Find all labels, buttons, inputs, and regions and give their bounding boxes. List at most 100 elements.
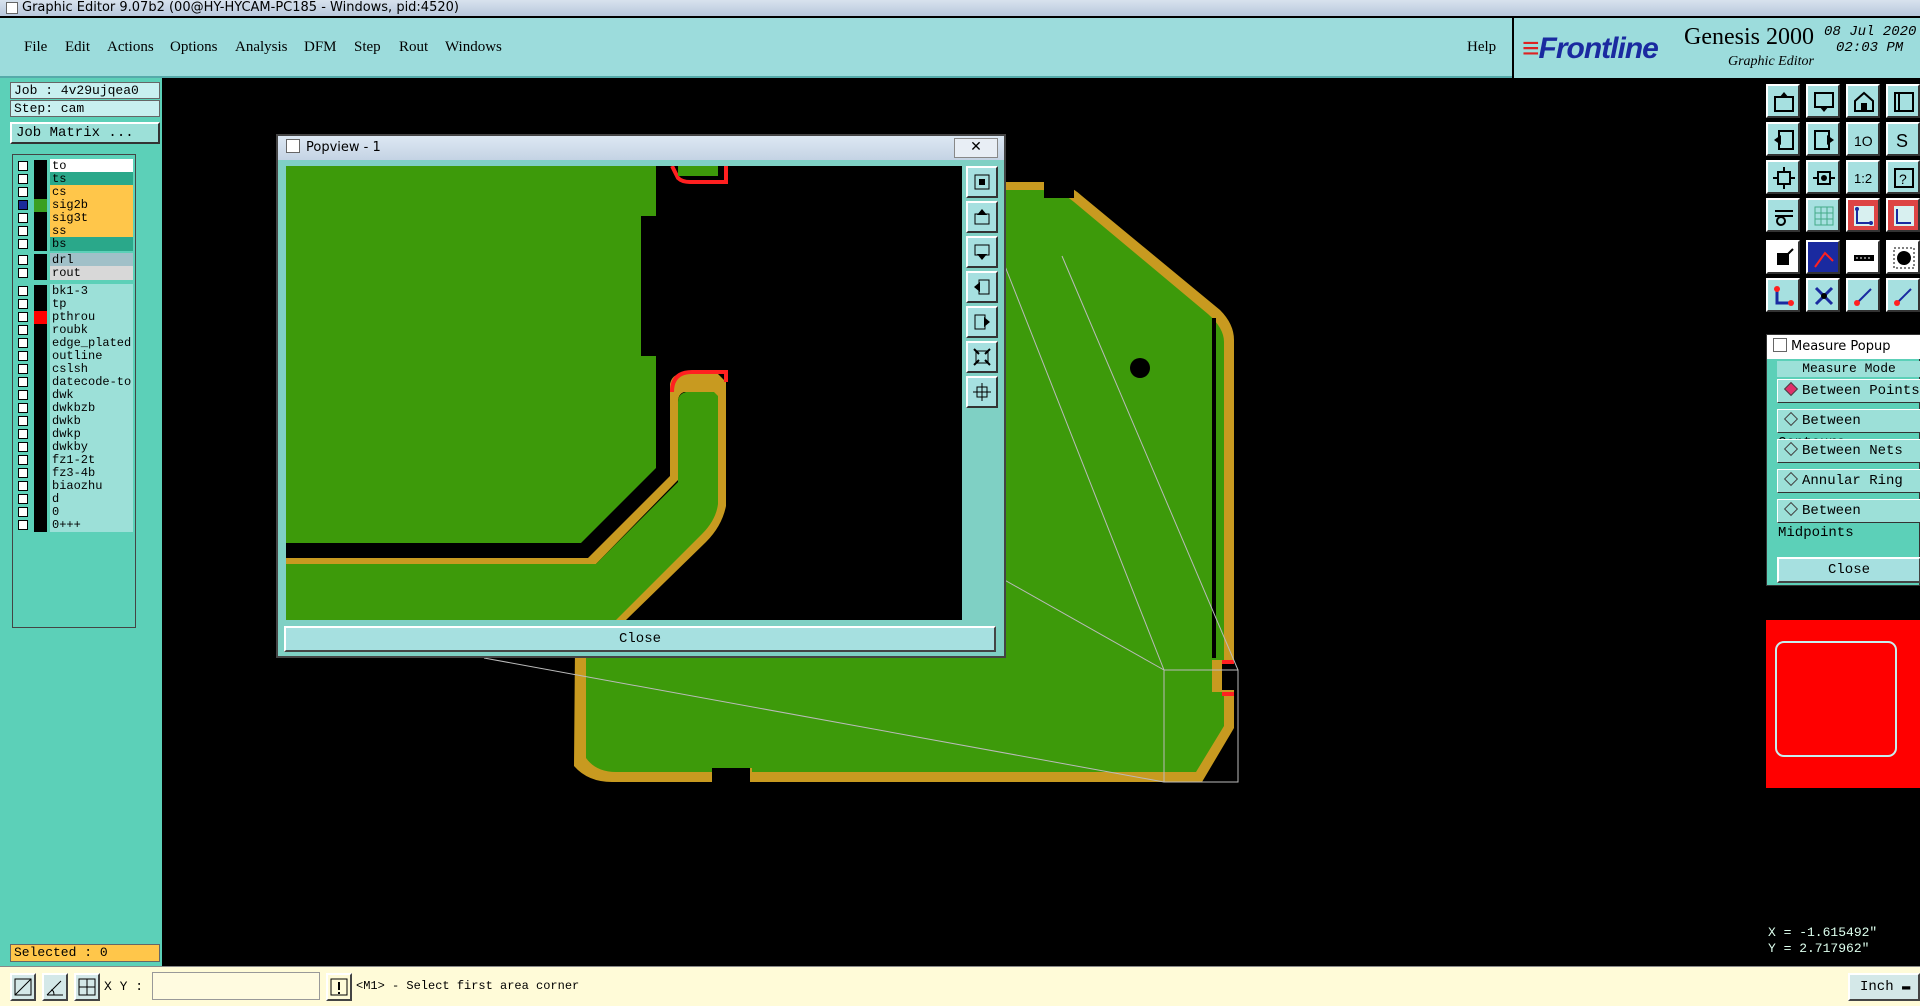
layer-name[interactable]: ts [50,172,133,186]
tool-select-button[interactable] [1766,240,1800,274]
layer-checkbox[interactable] [18,429,28,439]
layer-name[interactable]: sig2b [50,198,133,212]
menu-analysis[interactable]: Analysis [235,39,288,56]
layer-row[interactable]: drl [13,253,133,267]
layer-name[interactable]: datecode-to [50,375,133,389]
layer-name[interactable]: d [50,492,133,506]
tool-pan-right-button[interactable] [1806,122,1840,156]
layer-checkbox[interactable] [18,255,28,265]
layer-checkbox[interactable] [18,351,28,361]
tool-zoom-down-button[interactable] [1806,84,1840,118]
layer-name[interactable]: dwkp [50,427,133,441]
layer-row[interactable]: sig2b [13,198,133,212]
tool-ratio-button[interactable]: 1O [1846,122,1880,156]
layer-checkbox[interactable] [18,377,28,387]
xy-input[interactable] [152,972,320,1000]
menu-help[interactable]: Help [1467,39,1496,56]
layer-checkbox[interactable] [18,268,28,278]
layer-color-swatch[interactable] [34,519,47,532]
layer-name[interactable]: outline [50,349,133,363]
tool-zoom-fit-button[interactable] [1766,160,1800,194]
layer-checkbox[interactable] [18,494,28,504]
layer-name[interactable]: dwkb [50,414,133,428]
layer-checkbox[interactable] [18,226,28,236]
layer-row[interactable]: to [13,159,133,173]
layer-name[interactable]: tp [50,297,133,311]
layer-checkbox[interactable] [18,468,28,478]
layer-row[interactable]: fz1-2t [13,453,133,467]
tool-home-button[interactable] [1846,84,1880,118]
angle-mode-button[interactable] [42,973,68,1001]
tool-zoom-up-button[interactable] [1766,84,1800,118]
layer-name[interactable]: sig3t [50,211,133,225]
layer-row[interactable]: ts [13,172,133,186]
layer-row[interactable]: tp [13,297,133,311]
popview-close-x-button[interactable]: ✕ [954,138,998,158]
tool-arrow2-button[interactable] [1886,278,1920,312]
layer-row[interactable]: dwkb [13,414,133,428]
layer-row[interactable]: cs [13,185,133,199]
layer-row[interactable]: dwkp [13,427,133,441]
layer-checkbox[interactable] [18,325,28,335]
layer-name[interactable]: dwk [50,388,133,402]
layer-checkbox[interactable] [18,455,28,465]
tool-pad-button[interactable] [1886,240,1920,274]
grid-mode-button[interactable] [74,973,100,1001]
layer-name[interactable]: cslsh [50,362,133,376]
layer-row[interactable]: dwk [13,388,133,402]
tool-scale-button[interactable]: 1:2 [1846,160,1880,194]
layer-row[interactable]: bk1-3 [13,284,133,298]
layer-checkbox[interactable] [18,507,28,517]
layer-row[interactable]: d [13,492,133,506]
measure-option[interactable]: Between Points [1777,379,1920,403]
layer-checkbox[interactable] [18,312,28,322]
layer-name[interactable]: dwkby [50,440,133,454]
layer-row[interactable]: 0 [13,505,133,519]
popview-zoom-fit-button[interactable] [966,166,998,198]
layer-name[interactable]: to [50,159,133,173]
layer-name[interactable]: drl [50,253,133,267]
menu-windows[interactable]: Windows [445,39,502,56]
tool-window-button[interactable] [1886,84,1920,118]
layer-checkbox[interactable] [18,213,28,223]
tool-line-button[interactable] [1846,240,1880,274]
menu-edit[interactable]: Edit [65,39,90,56]
measure-close-button[interactable]: Close [1777,557,1920,583]
job-matrix-button[interactable]: Job Matrix ... [10,122,160,144]
tool-route-button[interactable] [1806,240,1840,274]
tool-grid-button[interactable] [1806,198,1840,232]
measure-option[interactable]: Annular Ring [1777,469,1920,493]
layer-row[interactable]: datecode-to [13,375,133,389]
layer-row[interactable]: outline [13,349,133,363]
layer-checkbox[interactable] [18,520,28,530]
layer-checkbox[interactable] [18,416,28,426]
tool-help-button[interactable]: ? [1886,160,1920,194]
menu-step[interactable]: Step [354,39,381,56]
layer-name[interactable]: ss [50,224,133,238]
layer-row[interactable]: dwkby [13,440,133,454]
tool-net-button[interactable] [1846,198,1880,232]
popview-zoom-in-button[interactable] [966,341,998,373]
menu-rout[interactable]: Rout [399,39,428,56]
layer-checkbox[interactable] [18,390,28,400]
layer-name[interactable]: cs [50,185,133,199]
popview-pan-right-button[interactable] [966,306,998,338]
layer-name[interactable]: rout [50,266,133,280]
layer-checkbox[interactable] [18,299,28,309]
layer-row[interactable]: pthrou [13,310,133,324]
layer-row[interactable]: ss [13,224,133,238]
units-dropdown[interactable]: Inch ▬ [1848,973,1920,1001]
layer-name[interactable]: bk1-3 [50,284,133,298]
info-button[interactable] [326,973,352,1001]
popview-viewport[interactable] [286,166,962,620]
measure-option[interactable]: Between Midpoints [1777,499,1920,541]
layer-checkbox[interactable] [18,239,28,249]
popview-pan-down-button[interactable] [966,236,998,268]
layer-checkbox[interactable] [18,174,28,184]
layer-row[interactable]: rout [13,266,133,280]
tool-net2-button[interactable] [1886,198,1920,232]
tool-snap-button[interactable]: S [1886,122,1920,156]
layer-row[interactable]: cslsh [13,362,133,376]
tool-arrow-button[interactable] [1846,278,1880,312]
layer-checkbox[interactable] [18,338,28,348]
